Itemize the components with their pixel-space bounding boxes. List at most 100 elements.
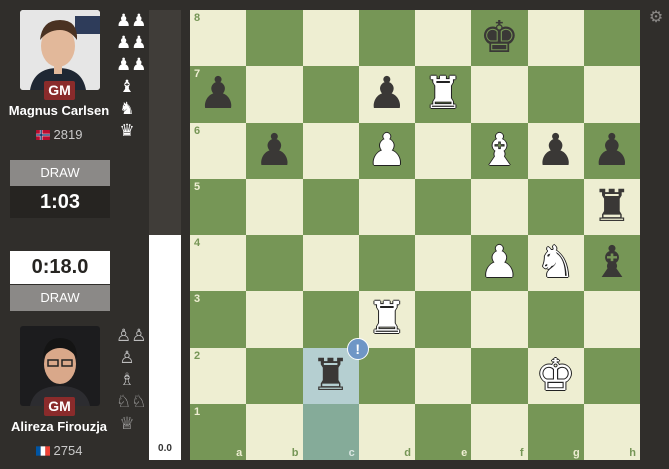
black-rook-icon[interactable]: ♜	[311, 353, 350, 398]
bottom-player-title-badge: GM	[44, 397, 75, 416]
square-g7[interactable]	[527, 66, 584, 123]
black-pawn-icon[interactable]: ♟	[536, 128, 575, 173]
square-e3[interactable]	[415, 291, 472, 348]
white-knight-icon[interactable]: ♞	[536, 241, 575, 285]
square-f6[interactable]: ♝	[471, 122, 528, 179]
norway-flag-icon	[35, 128, 50, 140]
square-f3[interactable]	[471, 291, 528, 348]
white-bishop-icon[interactable]: ♝	[480, 128, 519, 173]
square-h6[interactable]: ♟	[583, 122, 640, 179]
black-pawn-icon[interactable]: ♟	[367, 72, 406, 116]
square-g6[interactable]: ♟	[527, 122, 584, 179]
square-c4[interactable]	[302, 235, 359, 292]
france-flag-icon	[35, 444, 50, 456]
square-h4[interactable]: ♝	[583, 235, 640, 292]
square-f1[interactable]: f	[471, 403, 528, 460]
black-pawn-icon[interactable]: ♟	[255, 128, 294, 173]
square-c5[interactable]	[302, 178, 359, 235]
square-c2[interactable]: ♜!	[302, 337, 369, 404]
chess-board[interactable]: 8 ♚ 7 ♟ ♟ ♜ 6 ♟ ♟ ♝ ♟ ♟ 5 ♜ 4 ♟ ♞ ♝ 3 ♜ 2 ♜! ♚ 1 a b c d e f g h	[190, 10, 640, 460]
black-rook-icon[interactable]: ♜	[592, 184, 631, 229]
file-label: e	[461, 447, 468, 459]
white-pawn-icon[interactable]: ♟	[480, 241, 519, 285]
square-a5[interactable]: 5	[190, 178, 247, 235]
square-h5[interactable]: ♜	[583, 178, 640, 235]
square-b3[interactable]	[246, 291, 303, 348]
square-d2[interactable]	[358, 347, 415, 404]
square-g1[interactable]: g	[527, 403, 584, 460]
square-d3[interactable]: ♜	[358, 291, 415, 348]
gear-icon[interactable]: ⚙	[648, 10, 664, 26]
white-pawn-icon[interactable]: ♟	[367, 128, 406, 173]
square-h7[interactable]	[583, 66, 640, 123]
square-a3[interactable]: 3	[190, 291, 247, 348]
square-b4[interactable]	[246, 235, 303, 292]
captured-knight-icon: ♞	[119, 99, 135, 118]
square-e6[interactable]	[415, 122, 472, 179]
square-c6[interactable]	[302, 122, 359, 179]
square-h3[interactable]	[583, 291, 640, 348]
black-king-icon[interactable]: ♚	[480, 16, 519, 60]
square-e5[interactable]	[415, 178, 472, 235]
top-player-name[interactable]: Magnus Carlsen	[0, 103, 118, 118]
square-e7[interactable]: ♜	[415, 66, 472, 123]
file-label: d	[404, 447, 411, 459]
square-f8[interactable]: ♚	[471, 10, 528, 67]
square-a7[interactable]: 7 ♟	[190, 66, 247, 123]
square-g4[interactable]: ♞	[527, 235, 584, 292]
square-a1[interactable]: 1a	[190, 403, 247, 460]
black-pawn-icon[interactable]: ♟	[198, 72, 237, 116]
square-f2[interactable]	[471, 347, 528, 404]
square-g3[interactable]	[527, 291, 584, 348]
square-b7[interactable]	[246, 66, 303, 123]
white-king-icon[interactable]: ♚	[536, 353, 575, 398]
square-d7[interactable]: ♟	[358, 66, 415, 123]
square-a8[interactable]: 8	[190, 10, 247, 67]
square-c1[interactable]: c	[302, 403, 359, 460]
square-e2[interactable]	[415, 347, 472, 404]
black-bishop-icon[interactable]: ♝	[592, 241, 631, 285]
square-h1[interactable]: h	[583, 403, 640, 460]
square-g2[interactable]: ♚	[527, 347, 584, 404]
top-player-rating: 2819	[53, 127, 83, 142]
square-d1[interactable]: d	[358, 403, 415, 460]
captured-queen-icon: ♕	[119, 414, 135, 433]
white-rook-icon[interactable]: ♜	[423, 72, 462, 116]
black-pawn-icon[interactable]: ♟	[592, 128, 631, 173]
square-d8[interactable]	[358, 10, 415, 67]
square-b1[interactable]: b	[246, 403, 303, 460]
square-f5[interactable]	[471, 178, 528, 235]
square-b6[interactable]: ♟	[246, 122, 303, 179]
square-d5[interactable]	[358, 178, 415, 235]
captured-pawns-icon: ♟♟	[116, 55, 147, 74]
square-a4[interactable]: 4	[190, 235, 247, 292]
rank-label: 7	[194, 68, 201, 81]
square-b8[interactable]	[246, 10, 303, 67]
square-c7[interactable]	[302, 66, 359, 123]
square-b5[interactable]	[246, 178, 303, 235]
square-g5[interactable]	[527, 178, 584, 235]
top-draw-button[interactable]: DRAW	[10, 160, 110, 186]
square-f7[interactable]	[471, 66, 528, 123]
file-label: b	[291, 447, 299, 459]
square-d4[interactable]	[358, 235, 415, 292]
square-e4[interactable]	[415, 235, 472, 292]
bottom-draw-button[interactable]: DRAW	[10, 285, 110, 311]
square-f4[interactable]: ♟	[471, 235, 528, 292]
square-c3[interactable]	[302, 291, 359, 348]
square-c8[interactable]	[302, 10, 359, 67]
square-e8[interactable]	[415, 10, 472, 67]
square-a6[interactable]: 6	[190, 122, 247, 179]
square-d6[interactable]: ♟	[358, 122, 415, 179]
square-e1[interactable]: e	[415, 403, 472, 460]
square-b2[interactable]	[246, 347, 303, 404]
square-h2[interactable]	[583, 347, 640, 404]
white-rook-icon[interactable]: ♜	[367, 297, 406, 341]
bottom-player-avatar	[20, 326, 100, 406]
square-h8[interactable]	[583, 10, 640, 67]
bottom-player-name[interactable]: Alireza Firouzja	[0, 419, 118, 434]
square-a2[interactable]: 2	[190, 347, 247, 404]
rank-label: 3	[194, 293, 201, 306]
rank-label: 2	[194, 349, 201, 362]
square-g8[interactable]	[527, 10, 584, 67]
